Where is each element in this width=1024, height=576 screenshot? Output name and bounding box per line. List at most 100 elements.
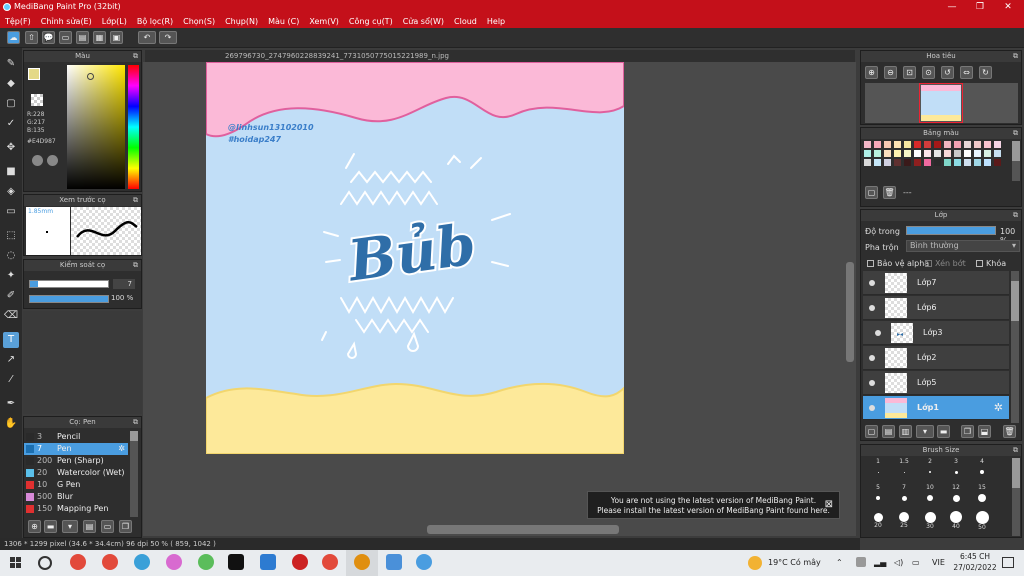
volume-icon[interactable]: ◁) (894, 558, 903, 567)
tray-chevron-icon[interactable]: ⌃ (836, 558, 843, 567)
layer-row[interactable]: Lớp7 (863, 271, 1009, 295)
palette-swatch[interactable] (934, 150, 941, 157)
palette-delete-icon[interactable]: 🗑 (883, 186, 896, 199)
comic-icon[interactable]: ▭ (59, 31, 72, 44)
palette-swatch[interactable] (994, 159, 1001, 166)
popout-icon[interactable]: ⧉ (1013, 51, 1018, 62)
menu-window[interactable]: Cửa sổ(W) (398, 14, 449, 27)
color-picker-icon[interactable] (47, 155, 58, 166)
saturation-value-picker[interactable] (67, 65, 125, 189)
merge-layer-icon[interactable]: ⬓ (978, 425, 991, 438)
upload-icon[interactable]: ⇧ (25, 31, 38, 44)
visibility-eye-icon[interactable] (869, 355, 875, 361)
rotate-left-icon[interactable]: ↺ (941, 66, 954, 79)
brush-size-value[interactable]: 7 (113, 279, 135, 289)
delete-layer-icon[interactable]: 🗑 (1003, 425, 1016, 438)
palette-swatch[interactable] (994, 150, 1001, 157)
popout-icon[interactable]: ⧉ (1013, 128, 1018, 139)
shape-tool-icon[interactable]: ■ (3, 164, 19, 180)
select-pen-tool-icon[interactable]: ✐ (3, 288, 19, 304)
brush-add-icon[interactable]: ⊕ (28, 520, 41, 533)
palette-swatch[interactable] (894, 141, 901, 148)
app-icon[interactable] (134, 554, 150, 570)
palette-swatch[interactable] (934, 141, 941, 148)
lasso-tool-icon[interactable]: ✓ (3, 116, 19, 132)
brush-item[interactable]: 150 Mapping Pen (24, 503, 128, 515)
close-button[interactable]: ✕ (994, 0, 1022, 14)
layer-add-menu-icon[interactable]: ▾ (916, 425, 934, 438)
palette-swatch[interactable] (994, 141, 1001, 148)
palette-swatch[interactable] (874, 150, 881, 157)
palette-swatch[interactable] (984, 159, 991, 166)
palette-swatch[interactable] (954, 150, 961, 157)
notification-icon[interactable] (1002, 557, 1014, 568)
palette-swatch[interactable] (884, 150, 891, 157)
palette-swatch[interactable] (874, 159, 881, 166)
palette-new-icon[interactable]: ▢ (865, 186, 878, 199)
hand-tool-icon[interactable]: ✋ (3, 416, 19, 432)
palette-swatch[interactable] (914, 150, 921, 157)
palette-swatch[interactable] (984, 150, 991, 157)
picker-cursor[interactable] (87, 73, 94, 80)
hue-slider[interactable] (128, 65, 139, 189)
brush-tool-icon[interactable]: ✎ (3, 56, 19, 72)
palette-swatch[interactable] (924, 141, 931, 148)
palette-swatch[interactable] (964, 159, 971, 166)
actual-size-icon[interactable]: ⊙ (922, 66, 935, 79)
brush-duplicate-icon[interactable]: ❐ (119, 520, 132, 533)
palette-swatch[interactable] (904, 150, 911, 157)
new-halftone-layer-icon[interactable]: ▤ (882, 425, 895, 438)
canvas-vertical-scrollbar[interactable] (846, 262, 854, 362)
visibility-eye-icon[interactable] (869, 405, 875, 411)
menu-tools[interactable]: Công cụ(T) (344, 14, 398, 27)
menu-help[interactable]: Help (482, 14, 510, 27)
visibility-eye-icon[interactable] (869, 380, 875, 386)
popout-icon[interactable]: ⧉ (1013, 445, 1018, 456)
battery-icon[interactable]: ▭ (912, 558, 920, 567)
palette-swatch[interactable] (884, 141, 891, 148)
layer-row[interactable]: ▸◂ Lớp3 (863, 321, 1009, 345)
rect-select-tool-icon[interactable]: ▢ (3, 96, 19, 112)
brush-size-option[interactable]: 10 (917, 484, 943, 504)
menu-view[interactable]: Xem(V) (304, 14, 344, 27)
layer-row-selected[interactable]: Lớp1 ✲ (863, 396, 1009, 420)
magic-wand-tool-icon[interactable]: ✦ (3, 268, 19, 284)
brush-size-option[interactable]: 2 (917, 458, 943, 478)
zoom-out-icon[interactable]: ⊖ (884, 66, 897, 79)
layer-settings-gear-icon[interactable]: ✲ (994, 401, 1003, 414)
weather-text[interactable]: 19°C Có mây (768, 558, 821, 567)
document-tab[interactable]: 269796730_2747960228839241_7731050775015… (145, 50, 855, 62)
minimize-button[interactable]: — (938, 0, 966, 14)
lock-checkbox[interactable] (976, 260, 983, 267)
medibang-icon[interactable] (416, 554, 432, 570)
undo-icon[interactable]: ↶ (138, 31, 156, 44)
visibility-eye-icon[interactable] (869, 280, 875, 286)
foreground-color-swatch[interactable] (28, 68, 40, 80)
brush-size-option[interactable]: 1 (865, 458, 891, 478)
popout-icon[interactable]: ⧉ (133, 51, 138, 62)
redo-icon[interactable]: ↷ (159, 31, 177, 44)
panel-icon[interactable]: ▣ (110, 31, 123, 44)
brush-options-icon[interactable]: ▾ (62, 520, 78, 533)
menu-select[interactable]: Chọn(S) (178, 14, 220, 27)
brush-list-scrollbar[interactable] (130, 431, 138, 517)
layer-row[interactable]: Lớp5 (863, 371, 1009, 395)
transparent-color-swatch[interactable] (31, 94, 43, 106)
brush-export-icon[interactable]: ▭ (101, 520, 114, 533)
menu-file[interactable]: Tệp(F) (0, 14, 36, 27)
popout-icon[interactable]: ⧉ (133, 195, 138, 206)
color-wheel-icon[interactable] (32, 155, 43, 166)
palette-swatch[interactable] (904, 159, 911, 166)
rotate-right-icon[interactable]: ↻ (979, 66, 992, 79)
operation-tool-icon[interactable]: ↗ (3, 352, 19, 368)
brush-item[interactable]: 10 G Pen (24, 479, 128, 491)
capcut-icon[interactable] (228, 554, 244, 570)
notice-close-icon[interactable]: ⊠ (825, 500, 833, 510)
palette-swatch[interactable] (974, 141, 981, 148)
fill-tool-icon[interactable]: ◈ (3, 184, 19, 200)
palette-swatch[interactable] (874, 141, 881, 148)
brush-item-selected[interactable]: 7 Pen ✲ (24, 443, 128, 455)
maximize-button[interactable]: ❐ (966, 0, 994, 14)
layer-folder-icon[interactable]: ▬ (937, 425, 950, 438)
palette-swatch[interactable] (864, 141, 871, 148)
